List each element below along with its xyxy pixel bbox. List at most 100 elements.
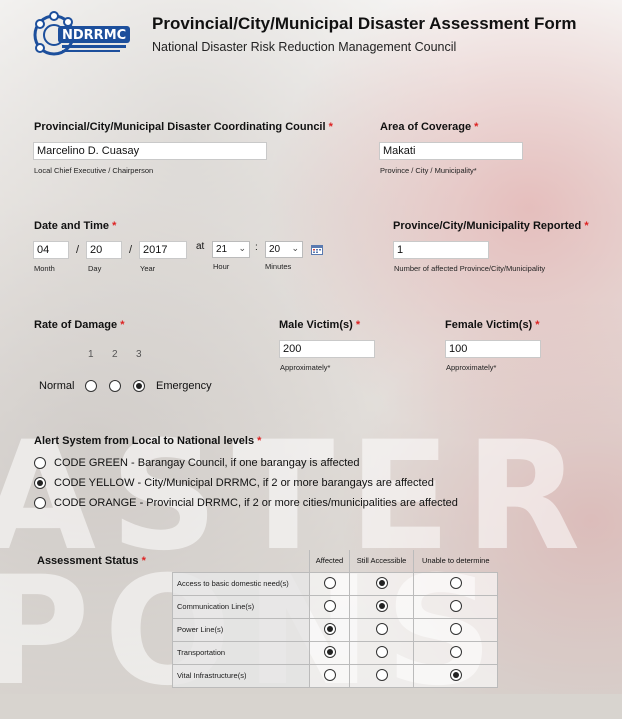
female-victims-label: Female Victim(s) * bbox=[445, 319, 540, 331]
assessment-radio[interactable] bbox=[449, 669, 462, 682]
svg-text:NDRRMC: NDRRMC bbox=[62, 28, 126, 43]
assessment-status-label: Assessment Status * bbox=[37, 555, 146, 567]
table-row: Access to basic domestic need(s) bbox=[172, 571, 498, 596]
day-label: Day bbox=[88, 264, 102, 273]
assessment-radio[interactable] bbox=[323, 623, 336, 636]
table-row-label: Vital Infrastructure(s) bbox=[172, 663, 310, 688]
council-help: Local Chief Executive / Chairperson bbox=[34, 166, 154, 175]
table-row-label: Communication Line(s) bbox=[172, 594, 310, 619]
reported-input[interactable]: 1 bbox=[393, 241, 489, 259]
table-cell bbox=[309, 617, 350, 642]
damage-radio-3[interactable] bbox=[133, 380, 145, 392]
assessment-radio[interactable] bbox=[375, 646, 388, 659]
assessment-radio[interactable] bbox=[323, 669, 336, 682]
table-row: Vital Infrastructure(s) bbox=[172, 663, 498, 688]
column-header-affected: Affected bbox=[309, 550, 350, 572]
table-row: Transportation bbox=[172, 640, 498, 665]
assessment-radio[interactable] bbox=[449, 623, 462, 636]
table-cell bbox=[413, 617, 498, 642]
table-cell bbox=[349, 594, 414, 619]
column-header-unable-to-determine: Unable to determine bbox=[413, 550, 498, 572]
table-cell bbox=[309, 571, 350, 596]
ndrrmc-logo: NDRRMC bbox=[32, 8, 144, 62]
table-row-label: Transportation bbox=[172, 640, 310, 665]
male-victims-label: Male Victim(s) * bbox=[279, 319, 361, 331]
assessment-radio[interactable] bbox=[375, 669, 388, 682]
reported-help: Number of affected Province/City/Municip… bbox=[394, 264, 546, 273]
council-label: Provincial/City/Municipal Disaster Coord… bbox=[34, 121, 333, 133]
table-row-label: Power Line(s) bbox=[172, 617, 310, 642]
damage-scale-1: 1 bbox=[88, 349, 94, 360]
damage-scale-3: 3 bbox=[136, 349, 142, 360]
table-cell bbox=[309, 663, 350, 688]
chevron-down-icon: ⌄ bbox=[238, 243, 246, 253]
reported-label: Province/City/Municipality Reported * bbox=[393, 220, 589, 232]
minutes-select[interactable]: 20 ⌄ bbox=[265, 241, 303, 258]
damage-radio-1[interactable] bbox=[85, 380, 97, 392]
hour-select[interactable]: 21 ⌄ bbox=[212, 241, 250, 258]
alert-radio-green[interactable] bbox=[34, 457, 46, 469]
male-victims-input[interactable]: 200 bbox=[279, 340, 375, 358]
damage-scale-2: 2 bbox=[112, 349, 118, 360]
chevron-down-icon: ⌄ bbox=[291, 243, 299, 253]
table-row-label: Access to basic domestic need(s) bbox=[172, 571, 310, 596]
assessment-radio[interactable] bbox=[323, 600, 336, 613]
table-cell bbox=[349, 617, 414, 642]
alert-option-yellow: CODE YELLOW - City/Municipal DRRMC, if 2… bbox=[54, 477, 434, 489]
damage-label: Rate of Damage * bbox=[34, 319, 125, 331]
assessment-radio[interactable] bbox=[449, 646, 462, 659]
table-row: Communication Line(s) bbox=[172, 594, 498, 619]
alert-radio-yellow[interactable] bbox=[34, 477, 46, 489]
assessment-radio[interactable] bbox=[449, 577, 462, 590]
assessment-radio[interactable] bbox=[375, 623, 388, 636]
table-cell bbox=[309, 594, 350, 619]
table-cell bbox=[413, 594, 498, 619]
coverage-label: Area of Coverage * bbox=[380, 121, 479, 133]
alert-option-orange: CODE ORANGE - Provincial DRRMC, if 2 or … bbox=[54, 497, 458, 509]
form-subtitle: National Disaster Risk Reduction Managem… bbox=[152, 40, 457, 54]
assessment-radio[interactable] bbox=[375, 577, 388, 590]
female-victims-help: Approximately* bbox=[446, 363, 497, 372]
coverage-help: Province / City / Municipality* bbox=[380, 166, 477, 175]
calendar-icon[interactable] bbox=[311, 242, 323, 255]
table-cell bbox=[413, 571, 498, 596]
assessment-radio[interactable] bbox=[323, 646, 336, 659]
datetime-label: Date and Time * bbox=[34, 220, 117, 232]
year-input[interactable]: 2017 bbox=[139, 241, 187, 259]
coverage-input[interactable]: Makati bbox=[379, 142, 523, 160]
assessment-radio[interactable] bbox=[323, 577, 336, 590]
table-cell bbox=[349, 663, 414, 688]
table-row: Power Line(s) bbox=[172, 617, 498, 642]
table-cell bbox=[413, 640, 498, 665]
month-label: Month bbox=[34, 264, 55, 273]
year-label: Year bbox=[140, 264, 156, 273]
hour-label: Hour bbox=[213, 262, 230, 271]
month-input[interactable]: 04 bbox=[33, 241, 69, 259]
female-victims-input[interactable]: 100 bbox=[445, 340, 541, 358]
alert-option-green: CODE GREEN - Barangay Council, if one ba… bbox=[54, 457, 360, 469]
table-cell bbox=[309, 640, 350, 665]
table-cell bbox=[349, 571, 414, 596]
male-victims-help: Approximately* bbox=[280, 363, 331, 372]
minutes-label: Minutes bbox=[265, 262, 292, 271]
table-cell bbox=[413, 663, 498, 688]
day-input[interactable]: 20 bbox=[86, 241, 122, 259]
date-separator: / bbox=[129, 244, 133, 256]
table-cell bbox=[349, 640, 414, 665]
date-separator: / bbox=[76, 244, 80, 256]
damage-high-label: Emergency bbox=[156, 380, 212, 392]
alert-radio-orange[interactable] bbox=[34, 497, 46, 509]
column-header-still-accessible: Still Accessible bbox=[349, 550, 414, 572]
damage-low-label: Normal bbox=[39, 380, 75, 392]
assessment-radio[interactable] bbox=[375, 600, 388, 613]
assessment-radio[interactable] bbox=[449, 600, 462, 613]
assessment-table: Affected Still Accessible Unable to dete… bbox=[172, 550, 498, 688]
damage-radio-2[interactable] bbox=[109, 380, 121, 392]
at-label: at bbox=[196, 241, 205, 252]
council-input[interactable]: Marcelino D. Cuasay bbox=[33, 142, 267, 160]
form-title: Provincial/City/Municipal Disaster Asses… bbox=[152, 14, 577, 33]
table-corner bbox=[173, 550, 310, 572]
alert-system-label: Alert System from Local to National leve… bbox=[34, 435, 262, 447]
time-colon: : bbox=[255, 242, 258, 253]
assessment-table-body: Access to basic domestic need(s) Communic… bbox=[172, 571, 498, 688]
